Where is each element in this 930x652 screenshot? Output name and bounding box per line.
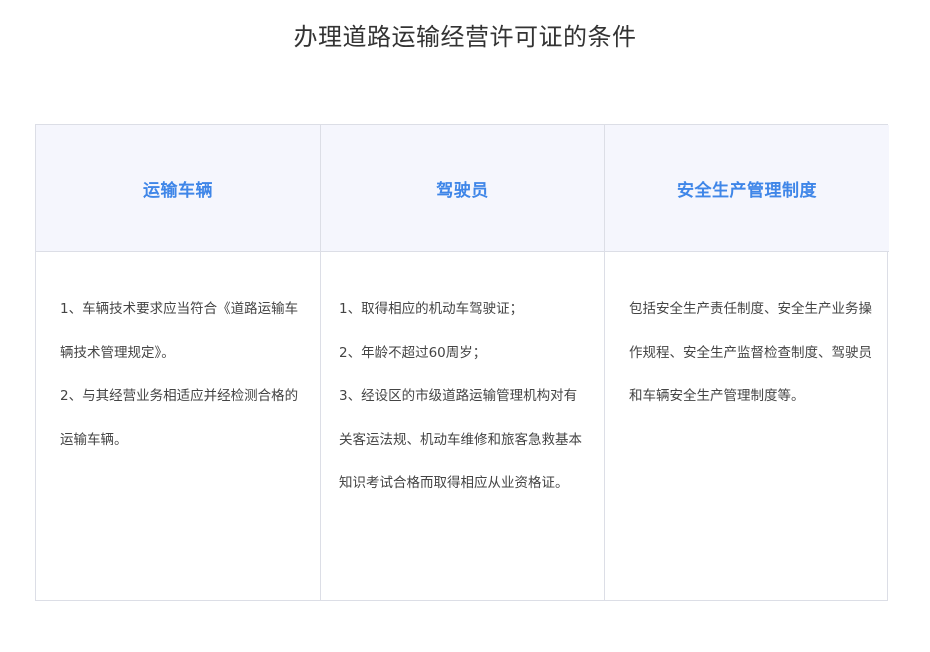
condition-text: 2、年龄不超过60周岁； xyxy=(339,344,487,361)
column-header-safety: 安全生产管理制度 xyxy=(605,125,889,252)
condition-text: 2、与其经营业务相适应并经检测合格的运输车辆。 xyxy=(60,388,299,448)
condition-text: 3、经设区的市级道路运输管理机构对有关客运法规、机动车维修和旅客急救基本知识考试… xyxy=(339,388,582,491)
condition-text: 1、取得相应的机动车驾驶证； xyxy=(339,301,524,317)
condition-text: 包括安全生产责任制度、安全生产业务操作规程、安全生产监督检查制度、驾驶员和车辆安… xyxy=(629,301,872,404)
column-header-vehicles: 运输车辆 xyxy=(36,125,321,252)
column-header-label: 驾驶员 xyxy=(436,180,489,201)
column-header-label: 运输车辆 xyxy=(143,180,213,201)
conditions-table: 运输车辆 驾驶员 安全生产管理制度 1、车辆技术要求应当符合《道路运输车辆技术管… xyxy=(35,124,889,601)
column-body-vehicles: 1、车辆技术要求应当符合《道路运输车辆技术管理规定》。 2、与其经营业务相适应并… xyxy=(36,252,321,601)
column-body-safety: 包括安全生产责任制度、安全生产业务操作规程、安全生产监督检查制度、驾驶员和车辆安… xyxy=(605,252,889,601)
condition-text: 1、车辆技术要求应当符合《道路运输车辆技术管理规定》。 xyxy=(60,301,299,361)
column-header-drivers: 驾驶员 xyxy=(321,125,605,252)
page-title: 办理道路运输经营许可证的条件 xyxy=(293,23,637,51)
column-header-label: 安全生产管理制度 xyxy=(677,180,817,201)
column-body-drivers: 1、取得相应的机动车驾驶证； 2、年龄不超过60周岁； 3、经设区的市级道路运输… xyxy=(321,252,605,601)
